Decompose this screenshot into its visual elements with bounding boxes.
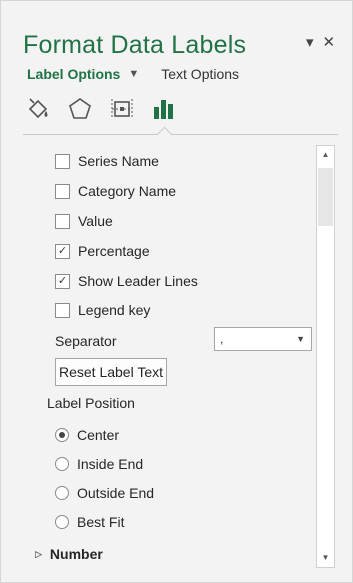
show-leader-lines-option[interactable]: ✓ Show Leader Lines	[55, 273, 198, 289]
label-options-icon[interactable]	[149, 94, 179, 124]
category-name-checkbox[interactable]	[55, 183, 70, 199]
position-best-fit-label: Best Fit	[77, 514, 125, 530]
position-center-label: Center	[77, 427, 120, 443]
options-tabs: Label Options ▼ Text Options	[27, 66, 239, 82]
series-name-option[interactable]: Series Name	[55, 153, 159, 169]
format-data-labels-pane: Format Data Labels ▾ ✕ Label Options ▼ T…	[0, 0, 353, 583]
close-icon[interactable]: ✕	[323, 33, 336, 51]
show-leader-lines-checkbox[interactable]: ✓	[55, 273, 70, 289]
tab-label-options[interactable]: Label Options	[27, 66, 120, 82]
series-name-label: Series Name	[78, 153, 159, 169]
position-inside-end-label: Inside End	[77, 456, 144, 472]
category-name-option[interactable]: Category Name	[55, 183, 176, 199]
separator-label: Separator	[55, 333, 117, 349]
size-properties-icon[interactable]	[107, 94, 137, 124]
expand-triangle-icon[interactable]: ▷	[35, 549, 42, 560]
position-outside-end-label: Outside End	[77, 485, 155, 501]
tab-label-options-dropdown-icon[interactable]: ▼	[128, 68, 139, 80]
vertical-scrollbar[interactable]: ▲ ▼	[316, 145, 335, 568]
position-inside-end-radio[interactable]	[55, 457, 69, 471]
scroll-down-icon[interactable]: ▼	[317, 549, 334, 567]
label-options-content: Series Name Category Name Value ✓ Percen…	[35, 145, 335, 571]
position-center-option[interactable]: Center	[55, 427, 119, 443]
separator-value: ,	[220, 332, 224, 346]
position-outside-end-option[interactable]: Outside End	[55, 485, 154, 501]
position-inside-end-option[interactable]: Inside End	[55, 456, 143, 472]
position-outside-end-radio[interactable]	[55, 486, 69, 500]
legend-key-label: Legend key	[78, 302, 151, 318]
pane-header-buttons: ▾ ✕	[306, 33, 335, 51]
series-name-checkbox[interactable]	[55, 153, 70, 169]
effects-icon[interactable]	[65, 94, 95, 124]
chevron-down-icon[interactable]: ▾	[306, 33, 314, 51]
header-divider	[23, 134, 338, 135]
position-center-radio[interactable]	[55, 428, 69, 442]
position-best-fit-radio[interactable]	[55, 515, 69, 529]
tab-text-options[interactable]: Text Options	[161, 66, 239, 82]
dropdown-arrow-icon[interactable]: ▼	[296, 328, 305, 350]
number-section-header[interactable]: ▷ Number	[35, 546, 103, 562]
percentage-option[interactable]: ✓ Percentage	[55, 243, 150, 259]
value-option[interactable]: Value	[55, 213, 113, 229]
show-leader-lines-label: Show Leader Lines	[78, 273, 198, 289]
scroll-up-icon[interactable]: ▲	[317, 146, 334, 164]
reset-label-text-button[interactable]: Reset Label Text	[55, 358, 167, 386]
value-checkbox[interactable]	[55, 213, 70, 229]
separator-select[interactable]: , ▼	[214, 327, 312, 351]
legend-key-checkbox[interactable]	[55, 302, 70, 318]
percentage-label: Percentage	[78, 243, 150, 259]
percentage-checkbox[interactable]: ✓	[55, 243, 70, 259]
fill-line-icon[interactable]	[23, 94, 53, 124]
legend-key-option[interactable]: Legend key	[55, 302, 150, 318]
category-name-label: Category Name	[78, 183, 177, 199]
position-best-fit-option[interactable]: Best Fit	[55, 514, 124, 530]
pane-title: Format Data Labels	[23, 31, 247, 59]
value-label: Value	[78, 213, 113, 229]
number-section-label: Number	[49, 546, 103, 562]
scrollbar-thumb[interactable]	[318, 168, 333, 226]
category-icon-bar	[23, 94, 179, 124]
label-position-title: Label Position	[47, 395, 135, 411]
selected-category-pointer	[156, 126, 173, 143]
